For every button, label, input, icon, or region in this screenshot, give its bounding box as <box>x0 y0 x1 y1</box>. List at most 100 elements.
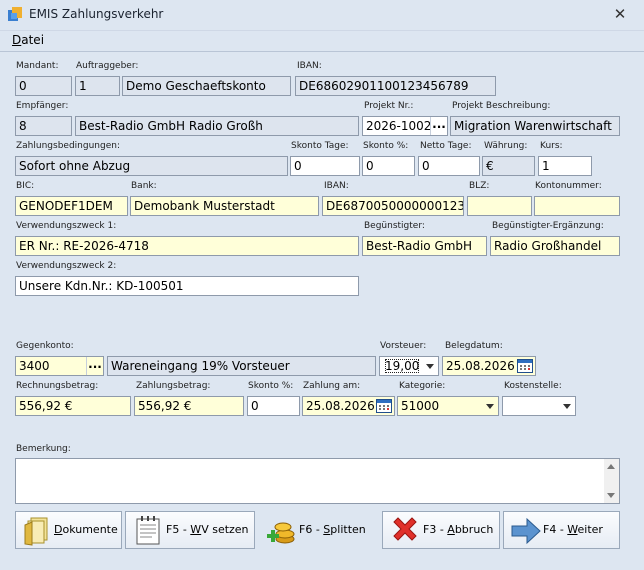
zahlung-am-value: 25.08.2026 <box>306 399 375 413</box>
bemerkung-textarea[interactable] <box>15 458 620 504</box>
verwendungszweck1-field[interactable]: ER Nr.: RE-2026-4718 <box>15 236 359 256</box>
gegenkonto-lookup-button[interactable]: ... <box>86 357 103 375</box>
vorsteuer-select[interactable]: 19,00 <box>379 356 439 376</box>
auftraggeber-iban-field[interactable]: DE6860290110012345678​9 <box>295 76 496 96</box>
empfaenger-name-field[interactable]: Best-Radio GmbH Radio Großh <box>75 116 359 136</box>
auftraggeber-nr-field[interactable]: 1 <box>75 76 120 96</box>
split-prefix: F6 - <box>299 523 324 536</box>
waehrung-field[interactable]: € <box>482 156 535 176</box>
kategorie-label: Kategorie: <box>399 381 446 391</box>
splitten-label: F6 - Splitten <box>299 523 366 536</box>
blz-field[interactable] <box>467 196 532 216</box>
splitten-button[interactable]: F6 - Splitten <box>258 511 378 549</box>
calendar-note-icon <box>136 516 160 545</box>
dokumente-label: Dokumente <box>54 523 118 536</box>
scroll-up-icon[interactable] <box>607 464 615 469</box>
split-rest: plitten <box>330 523 366 536</box>
app-icon <box>8 7 22 21</box>
scroll-down-icon[interactable] <box>607 493 615 498</box>
red-x-icon <box>393 517 417 541</box>
bank-field[interactable]: Demobank Musterstadt <box>130 196 319 216</box>
kategorie-value: 51000 <box>401 399 440 413</box>
zahlungsbedingungen-field[interactable]: Sofort ohne Abzug <box>15 156 288 176</box>
skonto-tage-label: Skonto Tage: <box>291 141 349 151</box>
menu-separator <box>0 51 644 52</box>
iban2-label: IBAN: <box>324 181 349 191</box>
weiter-button[interactable]: F4 - Weiter <box>503 511 620 549</box>
belegdatum-value: 25.08.2026 <box>446 359 515 373</box>
projekt-nr-field[interactable]: 2026-1002... <box>362 116 448 136</box>
dokumente-rest: okumente <box>62 523 118 536</box>
kontonummer-label: Kontonummer: <box>535 181 602 191</box>
coins-add-icon <box>267 522 295 544</box>
wv-setzen-button[interactable]: F5 - WV setzen <box>125 511 255 549</box>
auftraggeber-name-field[interactable]: Demo Geschaeftskonto <box>122 76 291 96</box>
skonto-pct2-field[interactable]: 0 <box>247 396 300 416</box>
wv-mnemonic: W <box>190 523 202 536</box>
bemerkung-scrollbar[interactable] <box>604 459 619 503</box>
projekt-nr-lookup-button[interactable]: ... <box>430 117 447 135</box>
bank-label: Bank: <box>131 181 157 191</box>
projekt-nr-value: 2026-1002 <box>366 119 432 133</box>
weiter-mnemonic: W <box>567 523 578 536</box>
mandant-field[interactable]: 0 <box>15 76 72 96</box>
bic-field[interactable]: GENODEF1DEM <box>15 196 128 216</box>
kostenstelle-label: Kostenstelle: <box>504 381 562 391</box>
projekt-nr-label: Projekt Nr.: <box>364 101 414 111</box>
menu-bar: Datei <box>0 31 644 50</box>
menu-datei[interactable]: Datei <box>12 33 44 47</box>
skonto-pct-field[interactable]: 0 <box>362 156 415 176</box>
blz-label: BLZ: <box>469 181 490 191</box>
beguenstigter-ergaenzung-field[interactable]: Radio Großhandel <box>490 236 620 256</box>
kategorie-select[interactable]: 51000 <box>397 396 499 416</box>
empfaenger-nr-field[interactable]: 8 <box>15 116 72 136</box>
dokumente-button[interactable]: Dokumente <box>15 511 122 549</box>
kurs-field[interactable]: 1 <box>538 156 592 176</box>
abbruch-button[interactable]: F3 - Abbruch <box>382 511 500 549</box>
beguenstigter-label: Begünstigter: <box>364 221 425 231</box>
verwendungszweck2-field[interactable]: Unsere Kdn.Nr.: KD-100501 <box>15 276 359 296</box>
abbruch-prefix: F3 - <box>423 523 448 536</box>
abbruch-label: F3 - Abbruch <box>423 523 493 536</box>
empfaenger-label: Empfänger: <box>16 101 69 111</box>
close-button[interactable]: ✕ <box>596 0 644 31</box>
chevron-down-icon[interactable] <box>559 397 575 415</box>
rechnungsbetrag-label: Rechnungsbetrag: <box>16 381 99 391</box>
chevron-down-icon[interactable] <box>482 397 498 415</box>
auftraggeber-label: Auftraggeber: <box>76 61 139 71</box>
arrow-right-icon <box>511 517 541 545</box>
netto-tage-label: Netto Tage: <box>420 141 472 151</box>
mandant-label: Mandant: <box>16 61 59 71</box>
wv-prefix: F5 - <box>166 523 191 536</box>
kontonummer-field[interactable] <box>534 196 620 216</box>
gegenkonto-field[interactable]: 3400... <box>15 356 104 376</box>
zahlungsbedingungen-label: Zahlungsbedingungen: <box>16 141 120 151</box>
skonto-tage-field[interactable]: 0 <box>290 156 360 176</box>
weiter-rest: eiter <box>577 523 603 536</box>
projekt-beschreibung-field[interactable]: Migration Warenwirtschaft <box>450 116 620 136</box>
kostenstelle-select[interactable] <box>502 396 576 416</box>
belegdatum-field[interactable]: 25.08.2026 <box>442 356 536 376</box>
rechnungsbetrag-field[interactable]: 556,92 € <box>15 396 131 416</box>
kurs-label: Kurs: <box>540 141 563 151</box>
abbruch-mnemonic: A <box>447 523 455 536</box>
vorsteuer-value: 19,00 <box>385 359 420 373</box>
iban2-field[interactable]: DE68700500000001234 <box>322 196 464 216</box>
calendar-icon[interactable] <box>517 358 533 373</box>
bemerkung-label: Bemerkung: <box>16 444 71 454</box>
zahlung-am-field[interactable]: 25.08.2026 <box>302 396 395 416</box>
menu-datei-mnemonic: D <box>12 33 22 47</box>
calendar-icon[interactable] <box>376 398 392 413</box>
chevron-down-icon[interactable] <box>422 357 438 375</box>
beguenstigter-field[interactable]: Best-Radio GmbH <box>362 236 487 256</box>
zahlungsbetrag-label: Zahlungsbetrag: <box>136 381 211 391</box>
iban-label: IBAN: <box>297 61 322 71</box>
vorsteuer-label: Vorsteuer: <box>380 341 427 351</box>
gegenkonto-label: Gegenkonto: <box>16 341 74 351</box>
zahlungsbetrag-field[interactable]: 556,92 € <box>134 396 244 416</box>
gegenkonto-name-field[interactable]: Wareneingang 19% Vorsteuer <box>107 356 376 376</box>
netto-tage-field[interactable]: 0 <box>418 156 480 176</box>
waehrung-label: Währung: <box>484 141 528 151</box>
verwendungszweck1-label: Verwendungszweck 1: <box>16 221 117 231</box>
title-bar: EMIS Zahlungsverkehr ✕ <box>0 0 644 31</box>
